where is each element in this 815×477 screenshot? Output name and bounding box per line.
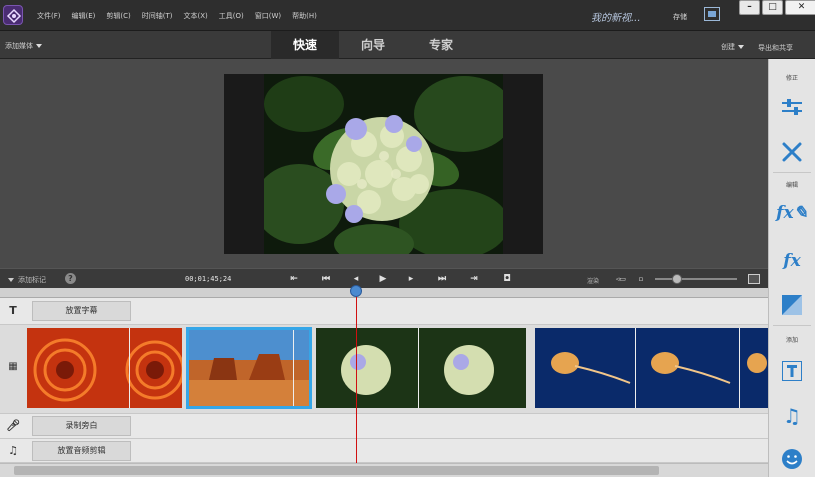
tools-icon[interactable] bbox=[780, 140, 804, 164]
menu-item-6[interactable]: 窗口(W) bbox=[255, 11, 281, 23]
title-bar: 文件(F) 编辑(E) 剪辑(C) 时间轴(T) 文本(X) 工具(O) 窗口(W) 帮助(H… bbox=[0, 0, 815, 31]
mode-tabs: 快速 向导 专家 bbox=[271, 31, 475, 59]
minimize-button[interactable]: – bbox=[739, 0, 760, 15]
playhead-line[interactable] bbox=[356, 288, 357, 463]
menu-item-4[interactable]: 文本(X) bbox=[184, 11, 208, 23]
tab-guided[interactable]: 向导 bbox=[339, 31, 407, 59]
adjustments-sliders-icon[interactable] bbox=[780, 95, 804, 119]
transitions-icon[interactable] bbox=[780, 293, 804, 317]
create-button[interactable]: 创建 bbox=[721, 42, 744, 52]
play-icon[interactable]: ▶ bbox=[375, 272, 391, 286]
hydrangea-clip[interactable] bbox=[316, 328, 526, 408]
narration-track: 🎤︎ 录制旁白 bbox=[0, 414, 768, 439]
audio-mixer-icon[interactable]: ◃▭ bbox=[613, 272, 629, 286]
film-track-icon: ▦ bbox=[8, 361, 18, 372]
maximize-button[interactable]: □ bbox=[762, 0, 783, 15]
panel-divider bbox=[773, 172, 811, 173]
project-title: 我的新视... bbox=[591, 13, 641, 24]
premiere-elements-window: 文件(F) 编辑(E) 剪辑(C) 时间轴(T) 文本(X) 工具(O) 窗口(W) 帮助(H… bbox=[0, 0, 815, 477]
menu-bar: 文件(F) 编辑(E) 剪辑(C) 时间轴(T) 文本(X) 工具(O) 窗口(W) 帮助(H… bbox=[37, 11, 317, 23]
music-icon[interactable]: ♫ bbox=[780, 404, 804, 428]
edit-section-label: 编辑 bbox=[785, 182, 798, 189]
window-controls: – □ ✕ bbox=[739, 0, 815, 15]
graphics-smiley-icon[interactable] bbox=[780, 447, 804, 471]
add-marker-button[interactable]: 添加标记 bbox=[8, 275, 46, 285]
video-track: ▦ bbox=[0, 325, 768, 414]
scrollbar-thumb[interactable] bbox=[14, 466, 659, 475]
save-button[interactable]: 存储 bbox=[673, 12, 687, 22]
transport-bar: 添加标记 ? 00;01;45;24 ⇤ ⏮ ◂ ▶ ▸ ⏭ ⇥ ◘ 渲染 ◃▭… bbox=[0, 268, 768, 288]
go-to-end-icon[interactable]: ⇥ bbox=[466, 272, 482, 286]
microphone-icon: 🎤︎ bbox=[6, 419, 20, 432]
help-icon[interactable]: ? bbox=[65, 273, 76, 284]
timeline-panel: T 放置字幕 ▦ 🎤︎ 录制旁白 ♫ 放置音频剪辑 bbox=[0, 298, 768, 463]
place-title-button[interactable]: 放置字幕 bbox=[32, 301, 131, 321]
tab-expert[interactable]: 专家 bbox=[407, 31, 475, 59]
place-audio-clip-button[interactable]: 放置音频剪辑 bbox=[32, 441, 131, 461]
monitor-panel bbox=[0, 59, 768, 268]
action-panel: 修正 编辑 fx✎ fx 添加 ♫ bbox=[768, 59, 815, 477]
app-logo-icon bbox=[3, 5, 23, 25]
panel-divider bbox=[773, 325, 811, 326]
close-button[interactable]: ✕ bbox=[785, 0, 815, 15]
effects-fx-icon[interactable]: fx bbox=[780, 249, 804, 273]
desert-clip-selected[interactable] bbox=[186, 327, 312, 409]
zoom-fit-icon[interactable] bbox=[748, 274, 760, 284]
mode-bar: 添加媒体 快速 向导 专家 创建 导出和共享 bbox=[0, 31, 815, 59]
zoom-slider-knob[interactable] bbox=[672, 274, 682, 284]
step-forward-icon[interactable]: ▸ bbox=[403, 272, 419, 286]
video-preview bbox=[224, 74, 543, 254]
playhead-handle[interactable] bbox=[350, 285, 362, 297]
zoom-out-icon[interactable]: ▫ bbox=[633, 272, 649, 286]
record-narration-button[interactable]: 录制旁白 bbox=[32, 416, 131, 436]
zoom-slider-track[interactable] bbox=[655, 278, 737, 280]
title-track: T 放置字幕 bbox=[0, 298, 768, 325]
adjust-section-label: 修正 bbox=[785, 75, 798, 82]
export-share-button[interactable]: 导出和共享 bbox=[758, 43, 793, 53]
timeline-horizontal-scrollbar[interactable] bbox=[0, 463, 768, 477]
hydrangea-frame-image bbox=[264, 74, 503, 254]
titles-text-icon[interactable] bbox=[780, 359, 804, 383]
menu-item-3[interactable]: 时间轴(T) bbox=[142, 11, 173, 23]
camera-snapshot-icon[interactable]: ◘ bbox=[499, 272, 515, 286]
fullscreen-icon[interactable] bbox=[704, 7, 720, 21]
flower-clip[interactable] bbox=[27, 328, 182, 408]
add-media-button[interactable]: 添加媒体 bbox=[5, 41, 42, 51]
audio-track: ♫ 放置音频剪辑 bbox=[0, 439, 768, 463]
menu-item-1[interactable]: 编辑(E) bbox=[72, 11, 96, 23]
step-back-icon[interactable]: ◂ bbox=[348, 272, 364, 286]
effect-edit-icon[interactable]: fx✎ bbox=[776, 201, 808, 225]
timeline-ruler[interactable] bbox=[0, 288, 768, 298]
jellyfish-clip[interactable] bbox=[535, 328, 768, 408]
timecode-display: 00;01;45;24 bbox=[185, 275, 232, 283]
tab-quick[interactable]: 快速 bbox=[271, 31, 339, 59]
go-to-next-edit-icon[interactable]: ⏭ bbox=[434, 272, 450, 286]
menu-item-2[interactable]: 剪辑(C) bbox=[106, 11, 130, 23]
go-to-previous-edit-icon[interactable]: ⏮ bbox=[318, 272, 334, 286]
menu-item-5[interactable]: 工具(O) bbox=[219, 11, 244, 23]
go-to-start-icon[interactable]: ⇤ bbox=[286, 272, 302, 286]
menu-item-0[interactable]: 文件(F) bbox=[37, 11, 61, 23]
render-button[interactable]: 渲染 bbox=[587, 276, 599, 285]
music-note-icon: ♫ bbox=[8, 444, 18, 457]
add-section-label: 添加 bbox=[785, 337, 798, 344]
menu-item-7[interactable]: 帮助(H) bbox=[292, 11, 317, 23]
text-track-icon: T bbox=[9, 304, 17, 317]
